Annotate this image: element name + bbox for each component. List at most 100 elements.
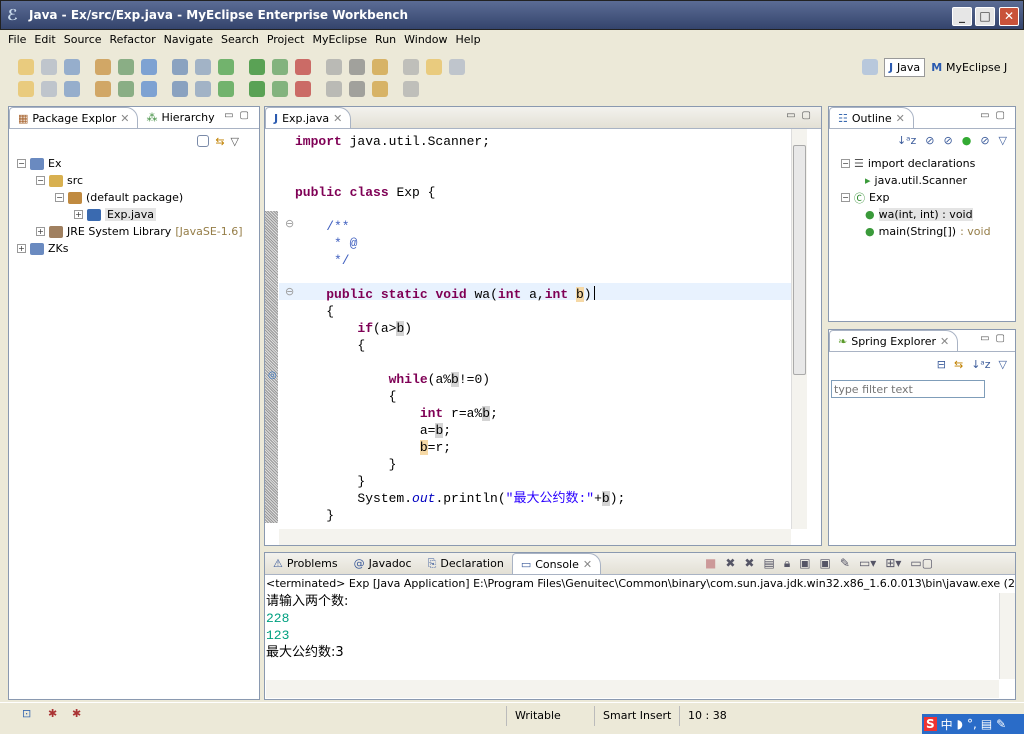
- toolbar-button-icon[interactable]: [172, 81, 188, 97]
- toolbar-button-icon[interactable]: [195, 59, 211, 75]
- tab-outline[interactable]: ☷ Outline ✕: [829, 107, 914, 128]
- toolbar-button-icon[interactable]: [218, 81, 234, 97]
- minimize-button[interactable]: _: [952, 7, 972, 26]
- menu-window[interactable]: Window: [400, 33, 451, 46]
- open-perspective-icon[interactable]: [862, 59, 878, 75]
- toolbar-button-icon[interactable]: [349, 59, 365, 75]
- toolbar-button-icon[interactable]: [295, 81, 311, 97]
- expand-icon[interactable]: +: [74, 210, 83, 219]
- close-icon[interactable]: ✕: [940, 335, 949, 348]
- link-with-editor-icon[interactable]: ⇆: [215, 135, 224, 148]
- toolbar-button-icon[interactable]: [95, 81, 111, 97]
- toolbar-button-icon[interactable]: [195, 81, 211, 97]
- view-menu-icon[interactable]: ▽: [999, 358, 1007, 371]
- show-on-stderr-icon[interactable]: ▣: [820, 556, 831, 571]
- tab-package-explorer[interactable]: ▦ Package Explor ✕: [9, 107, 139, 128]
- tree-item[interactable]: + JRE System Library [JavaSE-1.6]: [36, 223, 243, 240]
- tab-declaration[interactable]: ⎘ Declaration: [420, 553, 512, 574]
- toolbar-button-icon[interactable]: [95, 59, 111, 75]
- ime-punct-icon[interactable]: °,: [967, 717, 977, 731]
- tab-console[interactable]: ▭ Console ✕: [511, 553, 602, 574]
- menu-search[interactable]: Search: [217, 33, 263, 46]
- menu-edit[interactable]: Edit: [30, 33, 59, 46]
- minimize-maximize-icons[interactable]: ▭▢: [224, 110, 255, 121]
- toolbar-button-icon[interactable]: [426, 59, 442, 75]
- pin-console-icon[interactable]: ✎: [840, 556, 850, 571]
- open-console-icon[interactable]: ⊞▾: [885, 556, 901, 571]
- link-icon[interactable]: ⇆: [954, 358, 963, 371]
- hide-nonpublic-icon[interactable]: ●: [962, 134, 972, 147]
- toolbar-button-icon[interactable]: [249, 59, 265, 75]
- outline-item[interactable]: ▸ java.util.Scanner: [865, 172, 967, 189]
- maximize-button[interactable]: □: [975, 7, 995, 26]
- view-menu-icon[interactable]: ▽: [231, 135, 239, 148]
- collapse-all-icon[interactable]: ⊟: [937, 358, 946, 371]
- tab-javadoc[interactable]: @ Javadoc: [346, 553, 420, 574]
- hide-local-types-icon[interactable]: ⊘: [980, 134, 989, 147]
- toolbar-button-icon[interactable]: [41, 81, 57, 97]
- editor-vertical-scrollbar[interactable]: [791, 129, 807, 529]
- toolbar-button-icon[interactable]: [64, 59, 80, 75]
- tree-item[interactable]: − (default package): [55, 189, 183, 206]
- tree-item[interactable]: + Exp.java: [74, 206, 156, 223]
- toolbar-button-icon[interactable]: [449, 59, 465, 75]
- toolbar-button-icon[interactable]: [272, 59, 288, 75]
- filter-input[interactable]: [831, 380, 985, 398]
- tab-spring-explorer[interactable]: ❧ Spring Explorer ✕: [829, 330, 959, 351]
- display-console-icon[interactable]: ▭▾: [859, 556, 876, 571]
- scrollbar-thumb[interactable]: [793, 145, 806, 375]
- toolbar-button-icon[interactable]: [18, 59, 34, 75]
- menu-source[interactable]: Source: [60, 33, 106, 46]
- hide-fields-icon[interactable]: ⊘: [925, 134, 934, 147]
- toolbar-button-icon[interactable]: [403, 59, 419, 75]
- minimize-maximize-icons[interactable]: ▭▢: [980, 333, 1011, 344]
- toolbar-button-icon[interactable]: [218, 59, 234, 75]
- terminate-icon[interactable]: ■: [705, 556, 716, 571]
- menu-project[interactable]: Project: [263, 33, 309, 46]
- collapse-icon[interactable]: −: [36, 176, 45, 185]
- show-on-stdout-icon[interactable]: ▣: [799, 556, 810, 571]
- close-icon[interactable]: ✕: [583, 558, 592, 571]
- code-area[interactable]: import java.util.Scanner; public class Ex…: [295, 133, 625, 524]
- sort-icon[interactable]: ↓ᵃz: [971, 358, 990, 371]
- bug-icon[interactable]: ✱: [48, 707, 57, 720]
- menu-refactor[interactable]: Refactor: [106, 33, 160, 46]
- expand-icon[interactable]: +: [17, 244, 26, 253]
- toolbar-button-icon[interactable]: [41, 59, 57, 75]
- remove-launch-icon[interactable]: ✖: [725, 556, 735, 571]
- collapse-all-icon[interactable]: [197, 135, 210, 147]
- toolbar-button-icon[interactable]: [118, 81, 134, 97]
- menu-file[interactable]: File: [4, 33, 30, 46]
- fold-icon[interactable]: ⊖: [285, 285, 294, 298]
- outline-item[interactable]: − ☰ import declarations: [841, 155, 975, 172]
- perspective-java[interactable]: J Java: [884, 57, 926, 77]
- toolbar-button-icon[interactable]: [295, 59, 311, 75]
- tree-item[interactable]: − src: [36, 172, 83, 189]
- toolbar-button-icon[interactable]: [372, 59, 388, 75]
- outline-item[interactable]: ● wa(int, int) : void: [865, 206, 973, 223]
- ime-settings-icon[interactable]: ✎: [996, 717, 1006, 731]
- remove-all-icon[interactable]: ✖: [744, 556, 754, 571]
- collapse-icon[interactable]: −: [55, 193, 64, 202]
- toolbar-button-icon[interactable]: [372, 81, 388, 97]
- hide-static-icon[interactable]: ⊘: [943, 134, 952, 147]
- outline-item[interactable]: ● main(String[]) : void: [865, 223, 991, 240]
- close-button[interactable]: ✕: [999, 7, 1019, 26]
- tab-exp-java[interactable]: J Exp.java ✕: [265, 107, 352, 128]
- toolbar-button-icon[interactable]: [326, 59, 342, 75]
- console-horizontal-scrollbar[interactable]: [266, 680, 999, 698]
- fold-icon[interactable]: ⊖: [285, 217, 294, 230]
- toolbar-button-icon[interactable]: [141, 81, 157, 97]
- toolbar-button-icon[interactable]: [18, 81, 34, 97]
- console-vertical-scrollbar[interactable]: [999, 593, 1015, 679]
- collapse-icon[interactable]: −: [841, 159, 850, 168]
- tree-item[interactable]: + ZKs: [17, 240, 68, 257]
- perspective-myeclipse[interactable]: M MyEclipse J: [931, 61, 1007, 74]
- toolbar-button-icon[interactable]: [249, 81, 265, 97]
- clear-console-icon[interactable]: ▤: [763, 556, 774, 571]
- ime-keyboard-icon[interactable]: ▤: [981, 717, 992, 731]
- outline-item[interactable]: − Ⓒ Exp: [841, 189, 889, 206]
- view-menu-icon[interactable]: ▽: [999, 134, 1007, 147]
- toolbar-button-icon[interactable]: [326, 81, 342, 97]
- toolbar-button-icon[interactable]: [118, 59, 134, 75]
